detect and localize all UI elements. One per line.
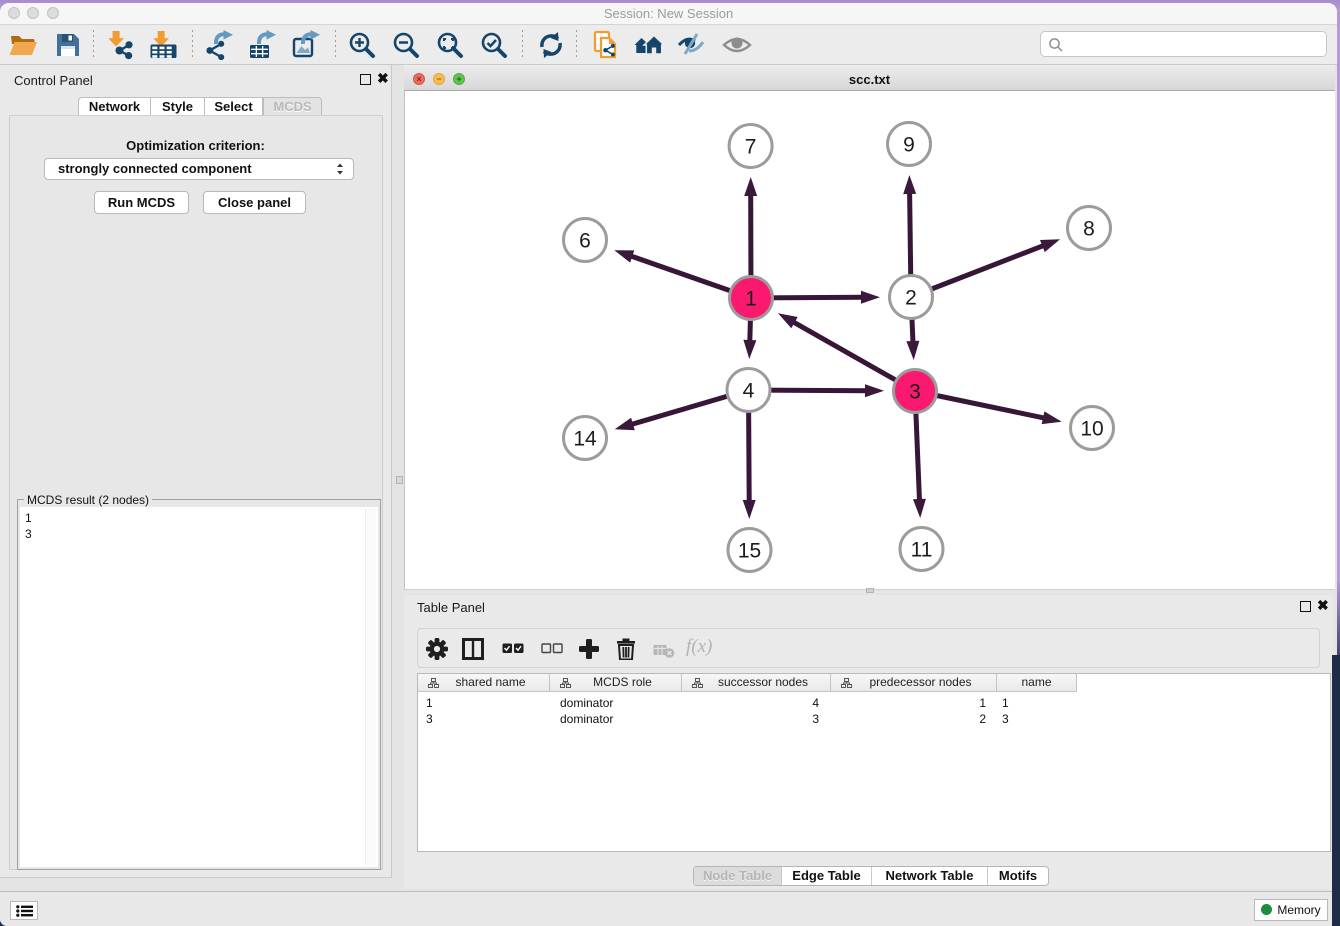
svg-text:11: 11 — [911, 539, 933, 562]
svg-text:4: 4 — [743, 380, 755, 403]
svg-text:15: 15 — [738, 540, 761, 563]
svg-text:2: 2 — [905, 287, 917, 310]
svg-text:9: 9 — [903, 134, 915, 157]
svg-text:6: 6 — [579, 230, 591, 253]
svg-text:14: 14 — [573, 428, 597, 451]
svg-text:7: 7 — [745, 136, 757, 159]
svg-text:3: 3 — [909, 381, 921, 404]
svg-text:1: 1 — [745, 288, 757, 311]
svg-text:8: 8 — [1083, 218, 1095, 241]
svg-text:10: 10 — [1080, 418, 1103, 441]
